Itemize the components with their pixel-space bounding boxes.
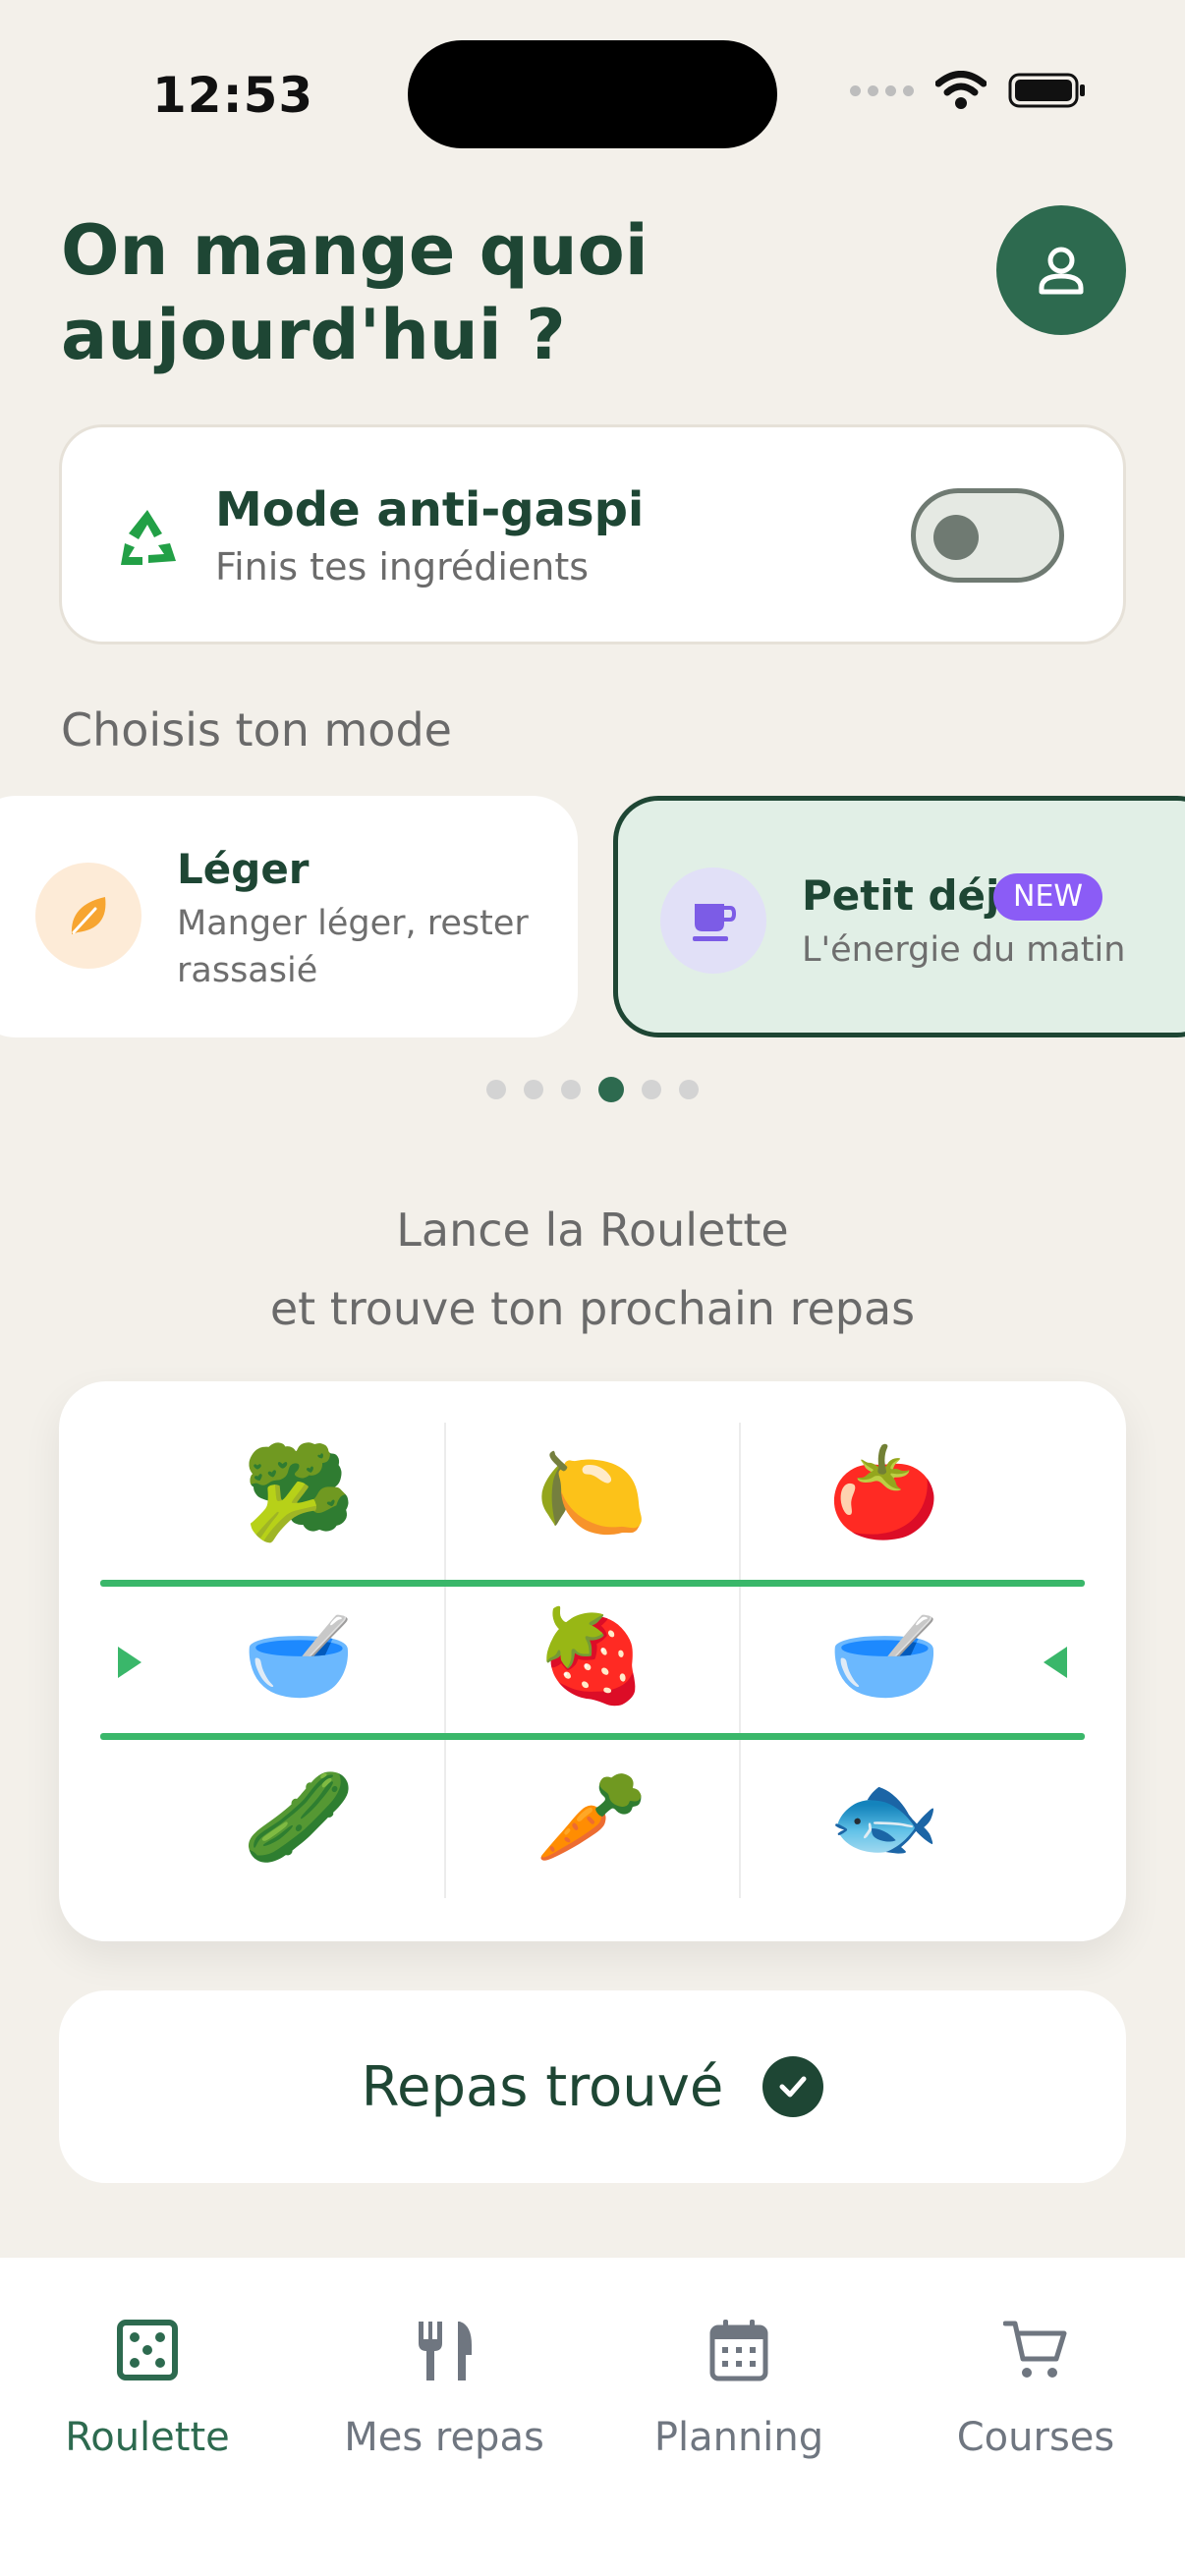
tab-bar: Roulette Mes repas Planning Courses xyxy=(0,2258,1185,2576)
selection-marker-right-icon xyxy=(1044,1647,1067,1678)
tab-planning[interactable]: Planning xyxy=(592,2313,886,2460)
tab-courses[interactable]: Courses xyxy=(888,2313,1183,2460)
dynamic-island xyxy=(408,40,777,148)
tab-label: Mes repas xyxy=(344,2415,544,2460)
tab-mes-repas[interactable]: Mes repas xyxy=(297,2313,592,2460)
tab-roulette[interactable]: Roulette xyxy=(0,2313,295,2460)
selection-line-top xyxy=(100,1580,1085,1587)
profile-button[interactable] xyxy=(996,205,1126,335)
anti-gaspi-card: Mode anti-gaspi Finis tes ingrédients xyxy=(59,424,1126,644)
prompt-line-1: Lance la Roulette xyxy=(396,1204,789,1257)
selection-line-bottom xyxy=(100,1733,1085,1740)
mode-subtitle: L'énergie du matin xyxy=(802,930,1126,970)
column-divider xyxy=(444,1423,446,1898)
roulette-wheel[interactable]: 🥦 🍋 🍅 🥣 🍓 🥣 🥒 🥕 🐟 xyxy=(59,1381,1126,1941)
column-divider xyxy=(739,1423,741,1898)
toggle-knob xyxy=(933,515,979,560)
fish-emoji: 🐟 xyxy=(827,1764,941,1870)
mode-title: Léger xyxy=(177,845,310,893)
leaf-icon-container xyxy=(35,863,141,969)
mode-title: Petit déj xyxy=(802,871,1000,920)
wifi-icon xyxy=(935,71,987,109)
anti-gaspi-subtitle: Finis tes ingrédients xyxy=(215,545,590,588)
status-time: 12:53 xyxy=(152,67,314,124)
lemon-emoji: 🍋 xyxy=(535,1440,649,1545)
coffee-icon-container xyxy=(660,868,766,974)
calendar-icon xyxy=(709,2320,768,2381)
page-dot[interactable] xyxy=(524,1080,543,1099)
broccoli-emoji: 🥦 xyxy=(242,1440,356,1545)
tomato-emoji: 🍅 xyxy=(827,1440,941,1545)
new-badge: NEW xyxy=(993,873,1103,921)
page-dot-active[interactable] xyxy=(598,1077,624,1102)
page-dot[interactable] xyxy=(642,1080,661,1099)
app-screen: 12:53 On mange quoi aujourd'hui ? Mode a… xyxy=(0,0,1185,2576)
meal-found-label: Repas trouvé xyxy=(361,2054,724,2119)
dice-icon xyxy=(117,2320,178,2380)
prompt-line-2: et trouve ton prochain repas xyxy=(269,1282,916,1335)
anti-gaspi-title: Mode anti-gaspi xyxy=(215,482,645,537)
cucumber-emoji: 🥒 xyxy=(242,1764,356,1870)
leaf-icon xyxy=(71,897,106,934)
mode-section-label: Choisis ton mode xyxy=(61,703,452,756)
mode-subtitle: Manger léger, rester rassasié xyxy=(177,904,529,990)
bowl-emoji: 🥣 xyxy=(242,1603,356,1708)
tab-label: Planning xyxy=(653,2415,824,2460)
person-icon xyxy=(1039,247,1084,295)
tab-label: Courses xyxy=(956,2415,1115,2460)
tab-label: Roulette xyxy=(65,2415,230,2460)
status-icons xyxy=(850,71,1087,110)
page-dot[interactable] xyxy=(679,1080,699,1099)
page-title: On mange quoi aujourd'hui ? xyxy=(61,210,649,375)
battery-icon xyxy=(1008,73,1085,108)
mode-pagination-dots xyxy=(0,1077,1185,1102)
recycle-icon xyxy=(121,510,176,565)
mode-card-petit-dej[interactable]: Petit déj NEW L'énergie du matin xyxy=(613,796,1185,1037)
mode-card-leger[interactable]: Léger Manger léger, rester rassasié xyxy=(0,796,578,1037)
selection-marker-left-icon xyxy=(118,1647,141,1678)
page-dot[interactable] xyxy=(486,1080,506,1099)
strawberry-emoji: 🍓 xyxy=(535,1603,649,1708)
coffee-cup-icon xyxy=(693,904,737,941)
roulette-prompt: Lance la Roulette et trouve ton prochain… xyxy=(0,1191,1185,1348)
bowl-emoji: 🥣 xyxy=(827,1603,941,1708)
cart-icon xyxy=(1003,2321,1067,2378)
check-circle-icon xyxy=(762,2056,824,2117)
page-dot[interactable] xyxy=(561,1080,581,1099)
anti-gaspi-toggle[interactable] xyxy=(911,488,1064,583)
meal-found-button[interactable]: Repas trouvé xyxy=(59,1990,1126,2183)
utensils-icon xyxy=(419,2322,472,2380)
carrot-emoji: 🥕 xyxy=(535,1764,649,1870)
cellular-signal-icon xyxy=(850,84,914,96)
